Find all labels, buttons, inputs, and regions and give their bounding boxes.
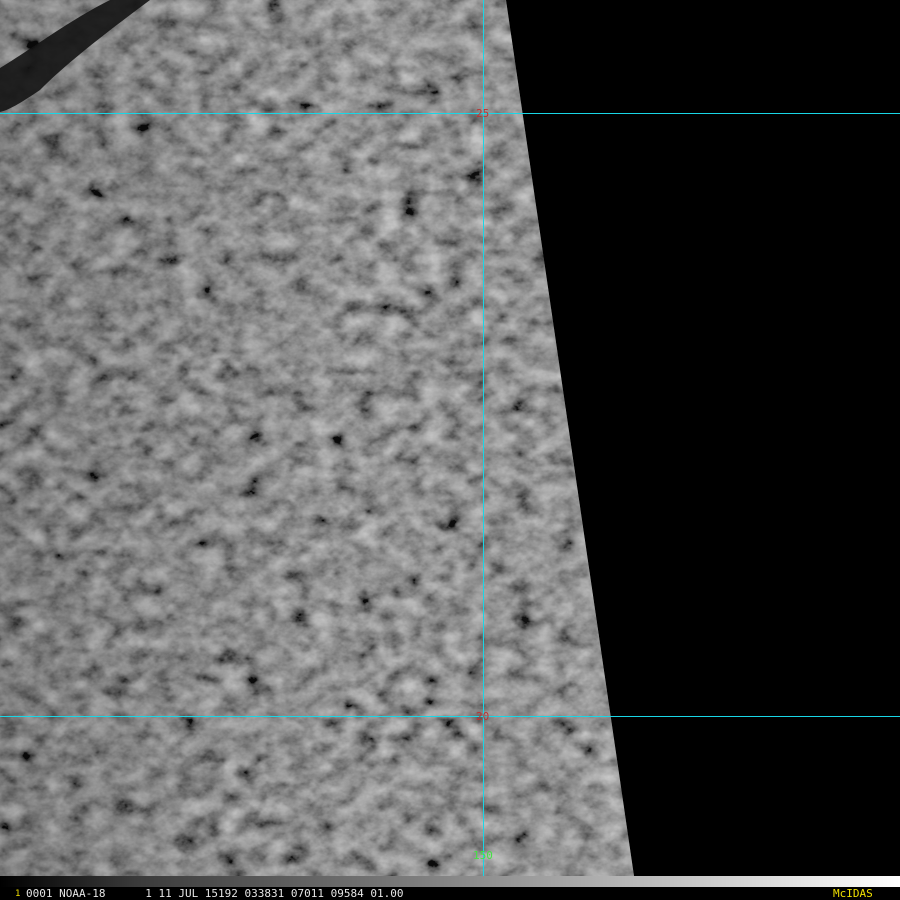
image-info-text: 0001 NOAA-18 1 11 JUL 15192 033831 07011… [26,887,404,900]
latitude-label-20: 20 [476,710,490,723]
longitude-label-150: 150 [473,849,493,862]
satellite-imagery [0,0,900,876]
satellite-image-viewer: 25 20 150 1 0001 NOAA-18 1 11 JUL 15192 … [0,0,900,900]
image-status-bar: 1 0001 NOAA-18 1 11 JUL 15192 033831 070… [0,876,900,900]
mcidas-logo: McIDAS [833,887,873,900]
grayscale-color-bar [0,876,900,887]
image-info-line: 1 0001 NOAA-18 1 11 JUL 15192 033831 070… [0,887,900,900]
frame-number: 1 [15,889,21,899]
latitude-label-25: 25 [476,107,490,120]
